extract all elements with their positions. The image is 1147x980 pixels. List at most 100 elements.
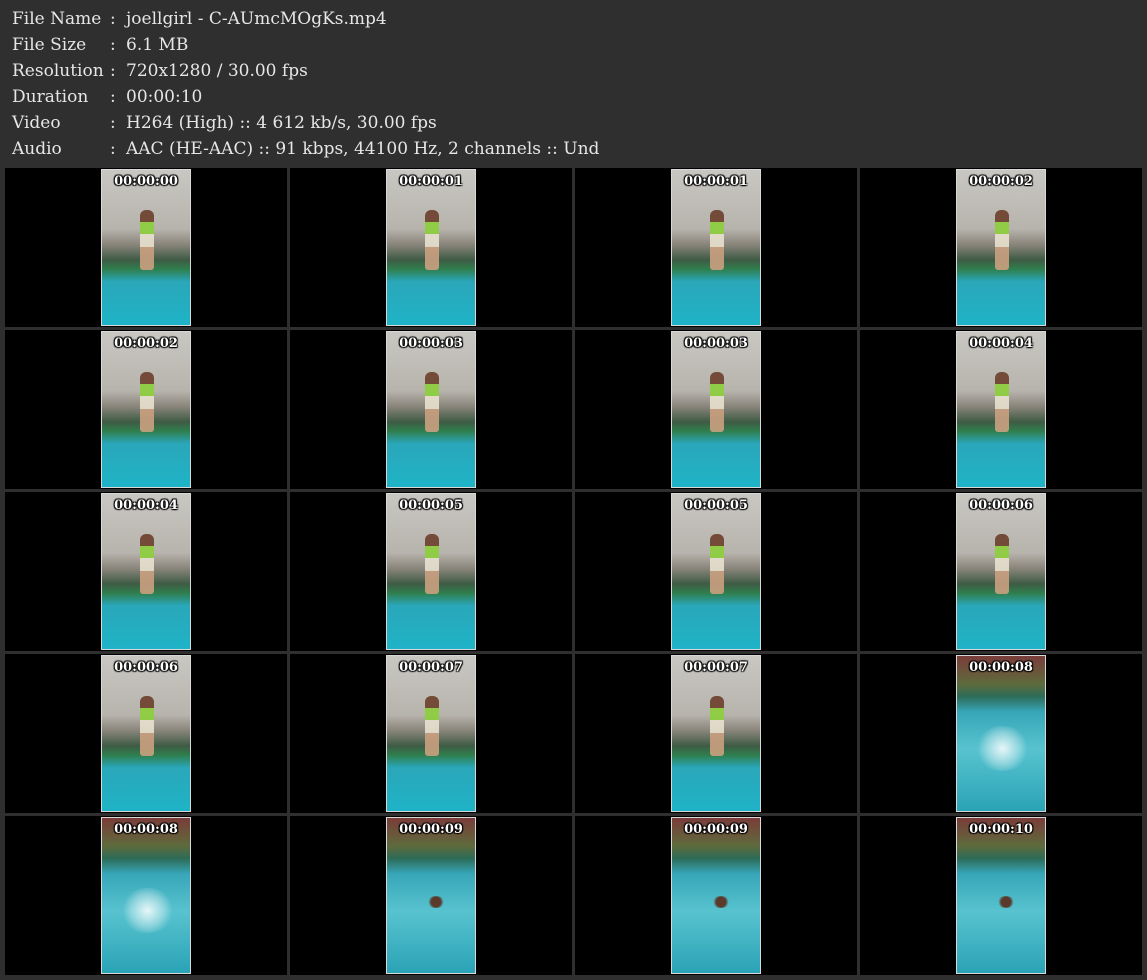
info-value: joellgirl - C-AUmcMOgKs.mp4 — [126, 9, 387, 29]
thumbnail-cell[interactable]: 00:00:10 — [860, 816, 1142, 975]
video-frame-thumbnail[interactable]: 00:00:02 — [101, 331, 191, 488]
person-figure — [425, 696, 439, 756]
video-frame-thumbnail[interactable]: 00:00:03 — [671, 331, 761, 488]
person-figure — [710, 210, 724, 270]
info-value: H264 (High) :: 4 612 kb/s, 30.00 fps — [126, 113, 437, 133]
frame-timestamp: 00:00:07 — [684, 660, 748, 675]
video-frame-thumbnail[interactable]: 00:00:00 — [101, 169, 191, 326]
info-row-resolution: Resolution : 720x1280 / 30.00 fps — [12, 58, 1132, 84]
frame-timestamp: 00:00:02 — [114, 336, 178, 351]
person-figure — [425, 372, 439, 432]
info-label: Resolution — [12, 61, 104, 81]
frame-timestamp: 00:00:10 — [969, 822, 1033, 837]
thumbnail-cell[interactable]: 00:00:02 — [860, 168, 1142, 327]
video-frame-thumbnail[interactable]: 00:00:09 — [386, 817, 476, 974]
video-frame-thumbnail[interactable]: 00:00:04 — [101, 493, 191, 650]
thumbnail-cell[interactable]: 00:00:03 — [290, 330, 572, 489]
thumbnail-cell[interactable]: 00:00:06 — [860, 492, 1142, 651]
thumbnail-cell[interactable]: 00:00:00 — [5, 168, 287, 327]
info-label: Duration — [12, 87, 89, 107]
info-separator: : — [110, 9, 116, 29]
thumbnail-cell[interactable]: 00:00:07 — [575, 654, 857, 813]
video-frame-thumbnail[interactable]: 00:00:07 — [671, 655, 761, 812]
thumbnail-grid: 00:00:00 00:00:01 00:00:01 00:00:02 00:00:02… — [5, 168, 1142, 978]
person-figure — [995, 534, 1009, 594]
thumbnail-cell[interactable]: 00:00:01 — [290, 168, 572, 327]
water-splash — [120, 888, 175, 933]
thumbnail-cell[interactable]: 00:00:05 — [575, 492, 857, 651]
thumbnail-cell[interactable]: 00:00:08 — [5, 816, 287, 975]
info-value: AAC (HE-AAC) :: 91 kbps, 44100 Hz, 2 cha… — [126, 139, 600, 159]
video-frame-thumbnail[interactable]: 00:00:06 — [956, 493, 1046, 650]
frame-image — [387, 818, 475, 973]
person-figure — [710, 372, 724, 432]
thumbnail-cell[interactable]: 00:00:08 — [860, 654, 1142, 813]
frame-timestamp: 00:00:01 — [399, 174, 463, 189]
person-figure — [140, 696, 154, 756]
frame-timestamp: 00:00:04 — [969, 336, 1033, 351]
frame-image — [672, 818, 760, 973]
video-frame-thumbnail[interactable]: 00:00:10 — [956, 817, 1046, 974]
frame-timestamp: 00:00:07 — [399, 660, 463, 675]
info-separator: : — [110, 61, 116, 81]
video-frame-thumbnail[interactable]: 00:00:04 — [956, 331, 1046, 488]
frame-timestamp: 00:00:05 — [399, 498, 463, 513]
info-value: 720x1280 / 30.00 fps — [126, 61, 308, 81]
frame-image — [957, 818, 1045, 973]
person-figure — [140, 372, 154, 432]
video-frame-thumbnail[interactable]: 00:00:06 — [101, 655, 191, 812]
info-row-file-size: File Size : 6.1 MB — [12, 32, 1132, 58]
info-separator: : — [110, 113, 116, 133]
media-info-panel: File Name : joellgirl - C-AUmcMOgKs.mp4 … — [12, 6, 1132, 162]
thumbnail-cell[interactable]: 00:00:03 — [575, 330, 857, 489]
video-frame-thumbnail[interactable]: 00:00:05 — [671, 493, 761, 650]
info-value: 00:00:10 — [126, 87, 203, 107]
info-row-duration: Duration : 00:00:10 — [12, 84, 1132, 110]
video-frame-thumbnail[interactable]: 00:00:02 — [956, 169, 1046, 326]
frame-timestamp: 00:00:08 — [969, 660, 1033, 675]
swimmer-figure — [427, 896, 445, 908]
info-separator: : — [110, 87, 116, 107]
person-figure — [710, 534, 724, 594]
frame-timestamp: 00:00:05 — [684, 498, 748, 513]
video-frame-thumbnail[interactable]: 00:00:05 — [386, 493, 476, 650]
thumbnail-cell[interactable]: 00:00:06 — [5, 654, 287, 813]
info-row-file-name: File Name : joellgirl - C-AUmcMOgKs.mp4 — [12, 6, 1132, 32]
frame-timestamp: 00:00:04 — [114, 498, 178, 513]
thumbnail-cell[interactable]: 00:00:09 — [575, 816, 857, 975]
person-figure — [710, 696, 724, 756]
video-frame-thumbnail[interactable]: 00:00:01 — [671, 169, 761, 326]
person-figure — [425, 534, 439, 594]
video-frame-thumbnail[interactable]: 00:00:08 — [956, 655, 1046, 812]
info-separator: : — [110, 139, 116, 159]
video-frame-thumbnail[interactable]: 00:00:07 — [386, 655, 476, 812]
thumbnail-cell[interactable]: 00:00:04 — [5, 492, 287, 651]
thumbnail-cell[interactable]: 00:00:04 — [860, 330, 1142, 489]
info-label: Audio — [12, 139, 62, 159]
thumbnail-cell[interactable]: 00:00:09 — [290, 816, 572, 975]
frame-timestamp: 00:00:09 — [684, 822, 748, 837]
frame-timestamp: 00:00:06 — [114, 660, 178, 675]
info-separator: : — [110, 35, 116, 55]
video-frame-thumbnail[interactable]: 00:00:03 — [386, 331, 476, 488]
info-row-audio: Audio : AAC (HE-AAC) :: 91 kbps, 44100 H… — [12, 136, 1132, 162]
thumbnail-cell[interactable]: 00:00:07 — [290, 654, 572, 813]
swimmer-figure — [997, 896, 1015, 908]
video-frame-thumbnail[interactable]: 00:00:09 — [671, 817, 761, 974]
frame-timestamp: 00:00:06 — [969, 498, 1033, 513]
video-frame-thumbnail[interactable]: 00:00:01 — [386, 169, 476, 326]
info-row-video: Video : H264 (High) :: 4 612 kb/s, 30.00… — [12, 110, 1132, 136]
info-label: Video — [12, 113, 61, 133]
thumbnail-cell[interactable]: 00:00:01 — [575, 168, 857, 327]
frame-timestamp: 00:00:08 — [114, 822, 178, 837]
video-frame-thumbnail[interactable]: 00:00:08 — [101, 817, 191, 974]
person-figure — [995, 210, 1009, 270]
frame-timestamp: 00:00:02 — [969, 174, 1033, 189]
info-label: File Size — [12, 35, 87, 55]
info-label: File Name — [12, 9, 102, 29]
person-figure — [995, 372, 1009, 432]
thumbnail-cell[interactable]: 00:00:05 — [290, 492, 572, 651]
frame-timestamp: 00:00:01 — [684, 174, 748, 189]
thumbnail-cell[interactable]: 00:00:02 — [5, 330, 287, 489]
person-figure — [140, 534, 154, 594]
